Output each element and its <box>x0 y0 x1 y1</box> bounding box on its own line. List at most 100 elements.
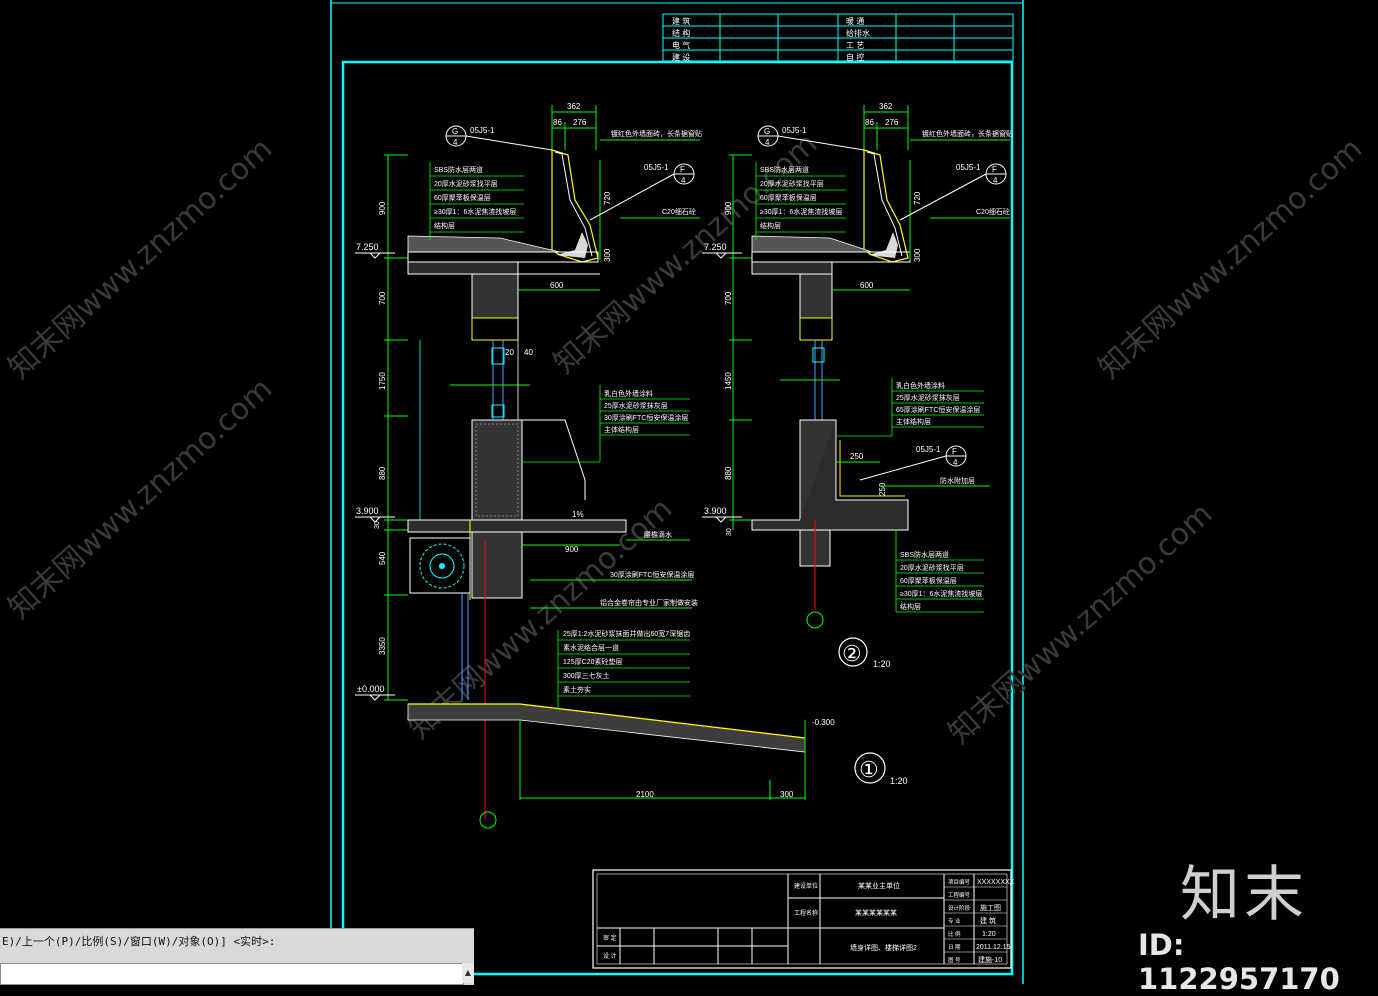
svg-text:项目编号: 项目编号 <box>948 878 971 886</box>
svg-text:日 期: 日 期 <box>948 944 961 951</box>
svg-text:30厚涂刷FTC恒安保温涂层: 30厚涂刷FTC恒安保温涂层 <box>610 570 694 579</box>
header-cell: 给排水 <box>846 28 870 38</box>
svg-text:20厚水泥砂浆找平层: 20厚水泥砂浆找平层 <box>760 179 824 188</box>
svg-text:某某业主单位: 某某业主单位 <box>858 881 900 890</box>
svg-text:362: 362 <box>879 102 893 111</box>
svg-text:4: 4 <box>953 458 958 467</box>
svg-text:05J5-1: 05J5-1 <box>644 163 669 172</box>
svg-text:铝合金卷帘由专业厂家制做安装: 铝合金卷帘由专业厂家制做安装 <box>600 598 698 607</box>
svg-text:主体结构层: 主体结构层 <box>896 417 931 426</box>
svg-text:某某某某某某: 某某某某某某 <box>855 909 897 917</box>
svg-text:镀红色外墙面砖，长条据窗贴: 镀红色外墙面砖，长条据窗贴 <box>922 129 1013 138</box>
svg-text:1:20: 1:20 <box>982 931 996 938</box>
svg-text:900: 900 <box>724 201 733 215</box>
svg-text:600: 600 <box>860 281 874 290</box>
detail-label: ① <box>859 757 879 782</box>
watermark-text: 知末网www.znzmo.com <box>1092 131 1369 386</box>
svg-text:2100: 2100 <box>636 790 654 799</box>
svg-text:C20细石砼: C20细石砼 <box>662 207 696 216</box>
svg-text:20厚水泥砂浆找平层: 20厚水泥砂浆找平层 <box>900 563 964 572</box>
watermark-text: 知末网www.znzmo.com <box>2 371 279 626</box>
svg-text:C20细石砼: C20细石砼 <box>976 207 1010 216</box>
svg-text:墙身详图、楼梯详图2: 墙身详图、楼梯详图2 <box>850 943 917 952</box>
svg-text:362: 362 <box>567 102 581 111</box>
svg-text:40: 40 <box>524 348 533 357</box>
svg-text:05J5-1: 05J5-1 <box>956 163 981 172</box>
header-cell: 结 构 <box>672 28 690 38</box>
svg-text:540: 540 <box>378 551 387 565</box>
svg-text:防水附加层: 防水附加层 <box>940 476 975 485</box>
svg-text:≥30厚1：6水泥焦渣找坡层: ≥30厚1：6水泥焦渣找坡层 <box>760 207 842 216</box>
watermark-id: ID: 1122957170 <box>1138 928 1340 996</box>
svg-text:工程编号: 工程编号 <box>948 891 971 899</box>
svg-text:20: 20 <box>505 348 514 357</box>
svg-text:乳白色外墙涂料: 乳白色外墙涂料 <box>896 381 945 390</box>
command-input[interactable] <box>0 963 464 985</box>
svg-text:素水泥结合层一道: 素水泥结合层一道 <box>563 643 619 652</box>
watermark-brand: 知末 <box>1180 860 1308 930</box>
svg-text:结构层: 结构层 <box>434 221 455 230</box>
svg-text:设 计: 设 计 <box>603 952 617 960</box>
svg-text:XXXXXXXX: XXXXXXXX <box>977 879 1015 886</box>
svg-text:建设单位: 建设单位 <box>794 882 818 890</box>
svg-text:4: 4 <box>681 176 686 185</box>
svg-text:65厚涂刷FTC恒安保温涂层: 65厚涂刷FTC恒安保温涂层 <box>896 405 980 414</box>
svg-text:25厚水泥砂浆抹灰层: 25厚水泥砂浆抹灰层 <box>604 401 668 410</box>
svg-text:≥30厚1：6水泥焦渣找坡层: ≥30厚1：6水泥焦渣找坡层 <box>900 589 982 598</box>
svg-text:300: 300 <box>913 248 922 262</box>
cad-drawing-canvas[interactable]: 建 筑 结 构 电 气 建 设 暖 通 给排水 工 艺 自 控 知末网www.z… <box>0 0 1378 984</box>
svg-text:专 业: 专 业 <box>948 917 961 925</box>
svg-text:60厚聚苯板保温层: 60厚聚苯板保温层 <box>760 193 817 202</box>
svg-text:276: 276 <box>885 118 899 127</box>
command-prompt: E)/上一个(P)/比例(S)/窗口(W)/对象(O)] <实时>: <box>2 935 276 948</box>
header-cell: 建 筑 <box>672 16 690 26</box>
svg-text:4: 4 <box>453 138 458 147</box>
svg-text:720: 720 <box>603 191 612 205</box>
svg-text:1%: 1% <box>572 510 584 519</box>
title-block: 建设单位 某某业主单位 工程名称 某某某某某某 墙身详图、楼梯详图2 审 定 设… <box>592 869 1015 969</box>
svg-text:镀红色外墙面砖，长条据窗贴: 镀红色外墙面砖，长条据窗贴 <box>611 129 702 138</box>
svg-text:F: F <box>992 165 997 174</box>
header-cell: 自 控 <box>846 52 864 62</box>
svg-text:3350: 3350 <box>378 637 387 655</box>
svg-text:1750: 1750 <box>378 372 387 390</box>
svg-text:素土夯实: 素土夯实 <box>563 685 591 694</box>
svg-text:SBS防水层两道: SBS防水层两道 <box>760 165 809 174</box>
scroll-up-icon[interactable]: ▲ <box>462 963 474 983</box>
svg-text:25厚水泥砂浆抹灰层: 25厚水泥砂浆抹灰层 <box>896 393 960 402</box>
elevation-label: -0.300 <box>812 718 835 727</box>
svg-text:30: 30 <box>726 528 733 536</box>
svg-text:2011.12.15: 2011.12.15 <box>976 944 1011 951</box>
svg-text:≥30厚1：6水泥焦渣找坡层: ≥30厚1：6水泥焦渣找坡层 <box>434 207 516 216</box>
svg-text:86: 86 <box>553 118 562 127</box>
svg-text:腰檐滴水: 腰檐滴水 <box>644 530 672 539</box>
elevation-label: 3.900 <box>356 506 379 516</box>
svg-text:700: 700 <box>378 291 387 305</box>
svg-text:SBS防水层两道: SBS防水层两道 <box>434 165 483 174</box>
svg-text:86: 86 <box>865 118 874 127</box>
svg-text:25厚1:2水泥砂浆抹面并做出60宽7深锯齿: 25厚1:2水泥砂浆抹面并做出60宽7深锯齿 <box>563 629 690 638</box>
svg-text:30厚涂刷FTC恒安保温涂层: 30厚涂刷FTC恒安保温涂层 <box>604 413 688 422</box>
command-bar[interactable]: E)/上一个(P)/比例(S)/窗口(W)/对象(O)] <实时>: ▲ <box>0 928 474 985</box>
header-cell: 暖 通 <box>846 16 864 26</box>
elevation-label: 3.900 <box>704 506 727 516</box>
svg-text:1:20: 1:20 <box>873 659 891 669</box>
header-cell: 电 气 <box>672 40 690 50</box>
svg-text:主体结构层: 主体结构层 <box>604 425 639 434</box>
elevation-label: 7.250 <box>704 242 727 252</box>
svg-text:05J5-1: 05J5-1 <box>782 126 807 135</box>
watermark-text: 知末网www.znzmo.com <box>2 131 279 386</box>
svg-text:建施-10: 建施-10 <box>978 955 1002 964</box>
svg-text:1450: 1450 <box>724 372 733 390</box>
svg-text:F: F <box>952 447 957 456</box>
svg-text:300: 300 <box>603 248 612 262</box>
svg-text:结构层: 结构层 <box>760 221 781 230</box>
svg-text:880: 880 <box>378 466 387 480</box>
svg-text:审 定: 审 定 <box>603 934 617 942</box>
svg-text:125厚C20素砼垫层: 125厚C20素砼垫层 <box>563 657 623 666</box>
svg-text:300厚三七灰土: 300厚三七灰土 <box>563 671 610 680</box>
svg-text:05J5-1: 05J5-1 <box>470 126 495 135</box>
svg-text:880: 880 <box>724 466 733 480</box>
svg-text:60厚聚苯板保温层: 60厚聚苯板保温层 <box>434 193 491 202</box>
header-cell: 工 艺 <box>846 41 864 50</box>
